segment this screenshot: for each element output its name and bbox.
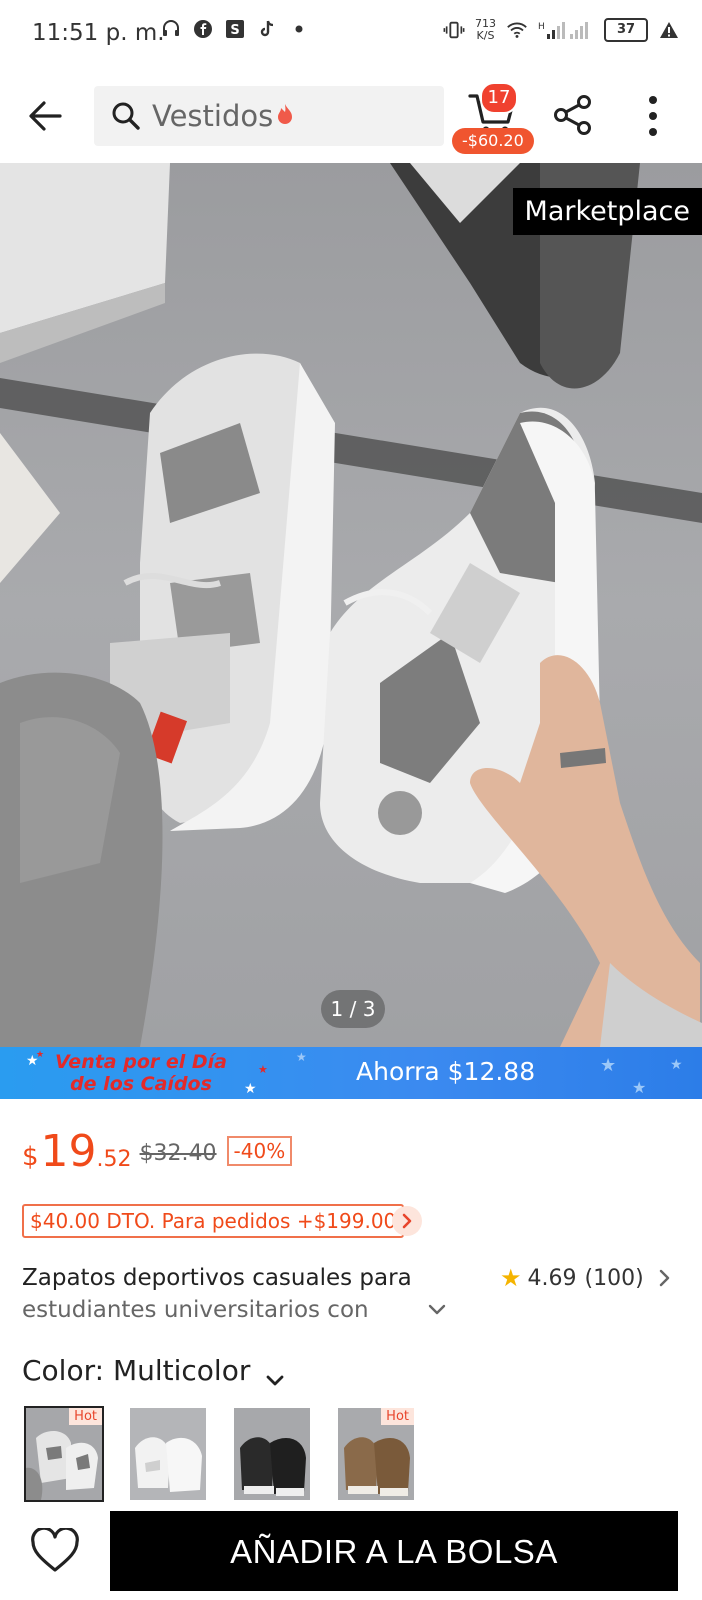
product-title-line2: estudiantes universitarios con	[22, 1297, 369, 1323]
notification-icons: S	[160, 18, 310, 40]
rating[interactable]: ★ 4.69 (100)	[500, 1264, 672, 1292]
chevron-right-icon	[658, 1267, 672, 1289]
original-price: $32.40	[139, 1141, 217, 1166]
add-to-bag-button[interactable]: AÑADIR A LA BOLSA	[110, 1511, 678, 1591]
color-selector[interactable]: Color: Multicolor	[22, 1354, 286, 1387]
product-photo	[0, 163, 702, 1047]
signal-icon: H	[538, 19, 594, 41]
more-icon[interactable]	[638, 94, 668, 138]
s-app-icon: S	[224, 18, 246, 40]
chevron-down-icon	[264, 1363, 286, 1385]
expand-title-icon[interactable]	[424, 1300, 450, 1320]
discount-badge: -40%	[226, 1136, 293, 1166]
dot-icon	[288, 18, 310, 40]
net-speed: 713 K/S	[475, 17, 496, 42]
swatch-image	[130, 1408, 206, 1500]
marketplace-label: Marketplace	[512, 188, 702, 235]
svg-text:★: ★	[244, 1081, 257, 1097]
swatch-brown[interactable]: Hot	[338, 1408, 414, 1500]
headphones-icon	[160, 18, 182, 40]
facebook-icon	[192, 18, 214, 40]
cart-price-badge: -$60.20	[452, 128, 534, 154]
wifi-icon	[506, 19, 528, 41]
promo-banner[interactable]: ★ ★ ★ ★ ★ ★ ★ ★ Venta por el Día de los …	[0, 1047, 702, 1099]
alert-icon	[658, 19, 680, 41]
banner-savings: Ahorra $12.88	[356, 1057, 536, 1086]
back-arrow-icon[interactable]	[24, 94, 68, 138]
price-currency: $	[22, 1142, 39, 1172]
color-swatches: Hot Hot	[24, 1406, 414, 1502]
price-decimals: .52	[96, 1147, 132, 1172]
coupon-badge[interactable]: $40.00 DTO. Para pedidos +$199.00	[22, 1204, 405, 1238]
product-title-line1: Zapatos deportivos casuales para	[22, 1265, 412, 1291]
share-icon[interactable]	[552, 94, 594, 136]
image-pager: 1 / 3	[321, 990, 385, 1028]
top-header: Vestidos 17 -$60.20	[0, 82, 702, 154]
search-bar[interactable]: Vestidos	[94, 86, 444, 146]
svg-text:★: ★	[670, 1057, 683, 1073]
swatch-gray-white[interactable]: Hot	[24, 1406, 104, 1502]
hot-badge: Hot	[381, 1408, 414, 1425]
svg-text:★: ★	[632, 1078, 646, 1097]
svg-text:H: H	[538, 22, 545, 32]
banner-title: Venta por el Día de los Caídos	[54, 1051, 227, 1095]
color-label: Color: Multicolor	[22, 1354, 251, 1387]
fire-icon	[277, 103, 293, 130]
swatch-black[interactable]	[234, 1408, 310, 1500]
status-bar: 11:51 p. m. S 713 K/S H 37	[0, 0, 702, 70]
swatch-image	[234, 1408, 310, 1500]
search-icon	[110, 100, 142, 132]
search-placeholder: Vestidos	[152, 99, 274, 133]
hot-badge: Hot	[69, 1408, 102, 1425]
product-image-carousel[interactable]: Marketplace 1 / 3	[0, 163, 702, 1047]
svg-text:★: ★	[600, 1055, 616, 1076]
svg-text:★: ★	[258, 1063, 268, 1076]
price-row: $ 19 .52 $32.40 -40%	[22, 1126, 293, 1177]
rating-value: 4.69	[527, 1265, 577, 1291]
bottom-bar: AÑADIR A LA BOLSA	[0, 1508, 702, 1600]
product-title[interactable]: Zapatos deportivos casuales para estudia…	[22, 1262, 442, 1326]
battery-icon: 37	[604, 18, 648, 42]
wishlist-heart-icon[interactable]	[30, 1526, 80, 1574]
coupon-chevron-icon[interactable]	[392, 1206, 422, 1236]
status-time: 11:51 p. m.	[32, 20, 165, 46]
review-count: (100)	[584, 1265, 644, 1291]
swatch-white[interactable]	[130, 1408, 206, 1500]
svg-text:★: ★	[36, 1050, 44, 1060]
price-integer: 19	[40, 1126, 97, 1177]
vibrate-icon	[443, 19, 465, 41]
cart-count-badge: 17	[480, 82, 518, 114]
svg-text:S: S	[230, 23, 239, 38]
star-icon: ★	[500, 1264, 522, 1292]
system-icons: 713 K/S H 37	[443, 18, 680, 42]
svg-text:★: ★	[296, 1050, 307, 1064]
tiktok-icon	[256, 18, 278, 40]
